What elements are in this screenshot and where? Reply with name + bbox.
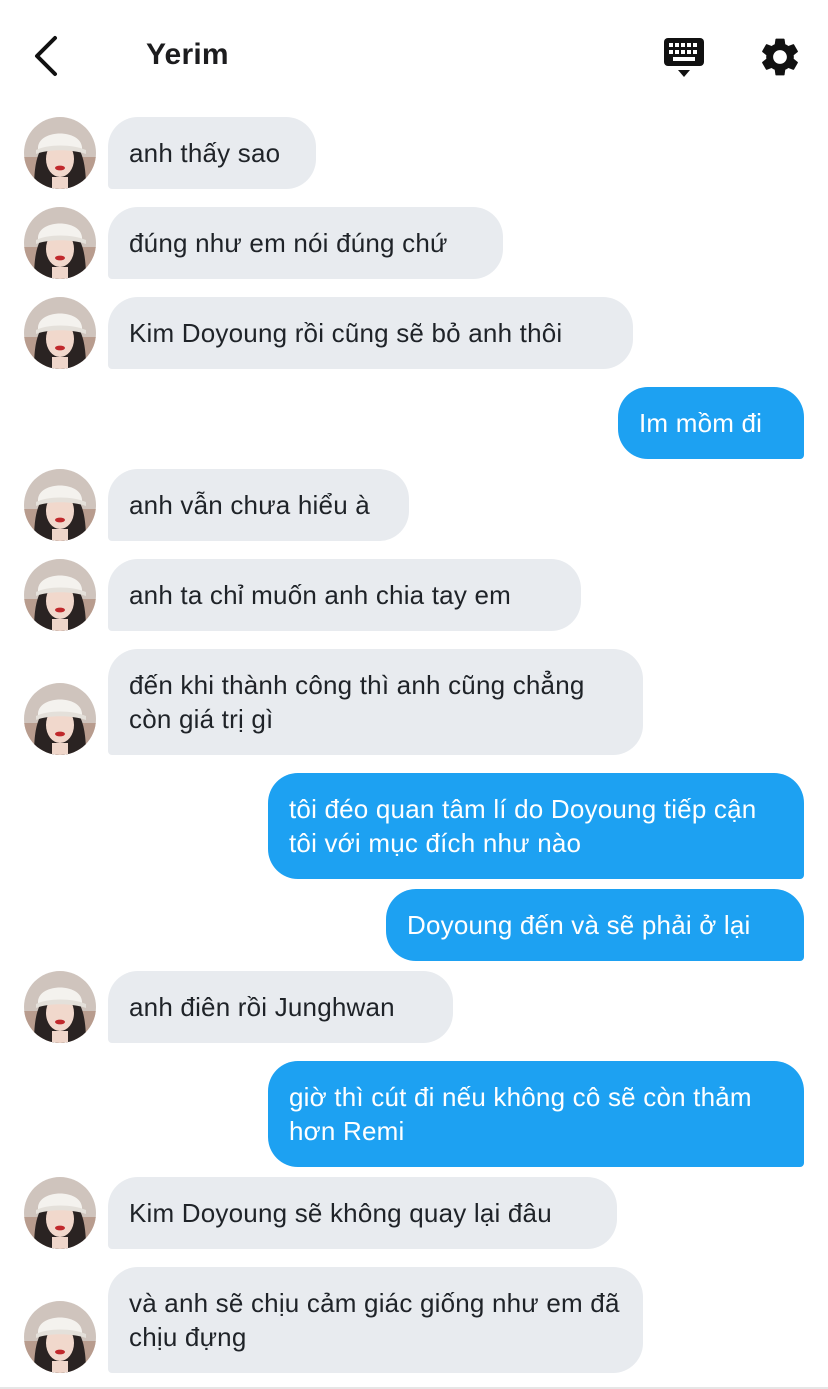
message-text: giờ thì cút đi nếu không cô sẽ còn thảm …	[289, 1082, 752, 1146]
outgoing-message-bubble[interactable]: Doyoung đến và sẽ phải ở lại	[386, 889, 804, 961]
avatar[interactable]	[24, 297, 96, 369]
message-text: anh vẫn chưa hiểu à	[129, 490, 370, 520]
outgoing-message-bubble[interactable]: Im mồm đi	[618, 387, 804, 459]
message-text: và anh sẽ chịu cảm giác giống như em đã …	[129, 1288, 620, 1352]
avatar-image	[24, 1177, 96, 1249]
chat-title: Yerim	[146, 38, 229, 71]
message-text: Im mồm đi	[639, 408, 763, 438]
chat-header: Yerim	[0, 0, 828, 110]
avatar[interactable]	[24, 683, 96, 755]
incoming-message-bubble[interactable]: anh vẫn chưa hiểu à	[108, 469, 409, 541]
gear-icon	[762, 38, 798, 76]
incoming-message-bubble[interactable]: Kim Doyoung sẽ không quay lại đâu	[108, 1177, 617, 1249]
avatar[interactable]	[24, 1177, 96, 1249]
message-text: Doyoung đến và sẽ phải ở lại	[407, 910, 751, 940]
avatar-image	[24, 469, 96, 541]
avatar[interactable]	[24, 469, 96, 541]
message-text: anh thấy sao	[129, 138, 281, 168]
avatar-image	[24, 1301, 96, 1373]
chevron-left-icon	[35, 36, 57, 76]
outgoing-message-bubble[interactable]: tôi đéo quan tâm lí do Doyoung tiếp cận …	[268, 773, 804, 879]
avatar[interactable]	[24, 1301, 96, 1373]
message-text: Kim Doyoung rồi cũng sẽ bỏ anh thôi	[129, 318, 563, 348]
avatar-image	[24, 559, 96, 631]
incoming-message-bubble[interactable]: đúng như em nói đúng chứ	[108, 207, 503, 279]
outgoing-message-bubble[interactable]: giờ thì cút đi nếu không cô sẽ còn thảm …	[268, 1061, 804, 1167]
message-text: anh điên rồi Junghwan	[129, 992, 395, 1022]
avatar-image	[24, 297, 96, 369]
avatar[interactable]	[24, 559, 96, 631]
message-text: anh ta chỉ muốn anh chia tay em	[129, 580, 511, 610]
avatar-image	[24, 117, 96, 189]
avatar[interactable]	[24, 207, 96, 279]
message-text: Kim Doyoung sẽ không quay lại đâu	[129, 1198, 552, 1228]
incoming-message-bubble[interactable]: và anh sẽ chịu cảm giác giống như em đã …	[108, 1267, 643, 1373]
incoming-message-bubble[interactable]: đến khi thành công thì anh cũng chẳng cò…	[108, 649, 643, 755]
avatar-image	[24, 207, 96, 279]
incoming-message-bubble[interactable]: anh điên rồi Junghwan	[108, 971, 453, 1043]
avatar[interactable]	[24, 117, 96, 189]
back-button[interactable]	[26, 34, 66, 78]
avatar[interactable]	[24, 971, 96, 1043]
avatar-image	[24, 683, 96, 755]
message-text: đến khi thành công thì anh cũng chẳng cò…	[129, 670, 585, 734]
settings-button[interactable]	[757, 34, 803, 80]
avatar-image	[24, 971, 96, 1043]
keyboard-icon	[664, 38, 704, 77]
message-text: đúng như em nói đúng chứ	[129, 228, 448, 258]
incoming-message-bubble[interactable]: anh thấy sao	[108, 117, 316, 189]
incoming-message-bubble[interactable]: anh ta chỉ muốn anh chia tay em	[108, 559, 581, 631]
incoming-message-bubble[interactable]: Kim Doyoung rồi cũng sẽ bỏ anh thôi	[108, 297, 633, 369]
keyboard-button[interactable]	[660, 36, 708, 80]
message-text: tôi đéo quan tâm lí do Doyoung tiếp cận …	[289, 794, 757, 858]
